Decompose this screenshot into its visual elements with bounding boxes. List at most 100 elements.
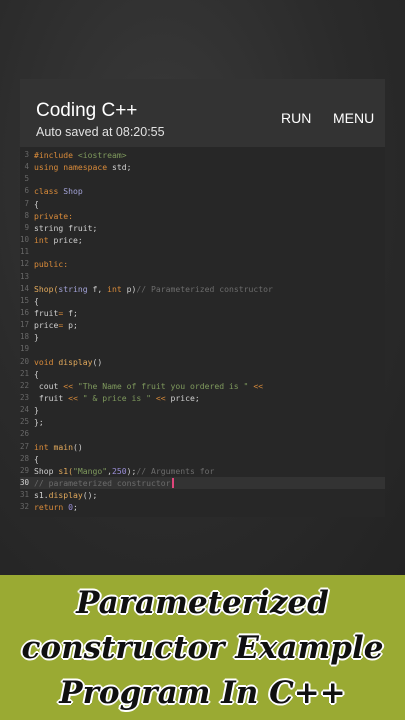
code-line[interactable]: 28 {: [20, 453, 385, 465]
code-line[interactable]: 26: [20, 428, 385, 440]
code-token: "The Name of fruit you ordered is ": [77, 380, 254, 391]
line-number: 5: [24, 174, 29, 184]
code-token: =: [58, 320, 69, 331]
code-line[interactable]: 32 return 0;: [20, 501, 385, 513]
menu-button[interactable]: MENU: [333, 110, 374, 126]
line-number: 17: [20, 320, 30, 330]
app-title: Coding C++: [36, 100, 138, 121]
banner-line-3: Program In C++: [59, 675, 346, 711]
code-token: p;: [68, 320, 78, 331]
code-line[interactable]: 3 #include <iostream>: [20, 149, 385, 161]
code-token: <<: [155, 393, 171, 403]
line-number: 30: [20, 478, 30, 488]
code-line[interactable]: 25};: [20, 416, 385, 428]
code-token: f,: [92, 283, 108, 294]
code-token: f;: [68, 307, 78, 318]
code-text: Shop s1("Mango",250);// Arguments for: [34, 465, 214, 477]
code-text: {: [34, 295, 39, 307]
code-line[interactable]: 4 using namespace std;: [20, 161, 385, 173]
line-number: 12: [20, 259, 30, 269]
banner-line-1: Parameterized: [76, 585, 329, 621]
code-text: using namespace std;: [34, 161, 131, 173]
code-token: cout: [34, 380, 64, 391]
code-line[interactable]: 6 class Shop: [20, 185, 385, 197]
app-header: Coding C++ Auto saved at 08:20:55 RUN ME…: [20, 79, 385, 147]
code-text: int main(): [34, 441, 83, 453]
code-token: display: [58, 356, 93, 367]
line-number: 21: [20, 368, 30, 378]
code-line[interactable]: 21 {: [20, 368, 385, 380]
code-token: }: [34, 405, 39, 416]
code-token: ;: [73, 502, 78, 513]
code-line[interactable]: 31 s1.display();: [20, 489, 385, 501]
code-editor[interactable]: 3 #include <iostream> 4 using namespace std…: [20, 147, 385, 517]
code-token: {: [34, 453, 39, 464]
code-token: // Parameterized constructor: [136, 283, 273, 294]
line-number: 22: [20, 380, 30, 390]
text-cursor: [172, 478, 175, 489]
title-banner: Parameterized constructor Example Progra…: [0, 575, 405, 720]
line-number: 26: [20, 429, 30, 439]
code-token: // parameterized constructor: [34, 478, 171, 489]
code-token: {: [34, 198, 39, 209]
code-token: fruit: [34, 393, 69, 403]
code-line[interactable]: 20 void display(): [20, 356, 385, 368]
code-text: void display(): [34, 356, 102, 368]
code-token: using namespace: [34, 162, 112, 173]
code-token: s1.: [34, 490, 49, 501]
code-token: display: [48, 490, 83, 501]
code-line[interactable]: 24}: [20, 404, 385, 416]
code-line[interactable]: 30 // parameterized constructor: [20, 477, 385, 490]
line-number: 24: [20, 405, 30, 415]
code-text: public:: [34, 258, 68, 270]
line-number: 7: [24, 198, 29, 208]
code-line[interactable]: 14 Shop(string f, int p)// Parameterized …: [20, 283, 385, 295]
code-line[interactable]: 13: [20, 271, 385, 283]
code-text: s1.display();: [34, 489, 97, 501]
line-number: 15: [20, 295, 30, 305]
line-number: 11: [20, 247, 30, 257]
run-button[interactable]: RUN: [281, 110, 311, 126]
code-text: }: [34, 404, 39, 416]
code-line[interactable]: 27 int main(): [20, 441, 385, 453]
code-token: price: [34, 320, 59, 331]
code-line[interactable]: 8 private:: [20, 210, 385, 222]
code-token: };: [34, 417, 44, 428]
code-text: string fruit;: [34, 222, 97, 234]
code-token: string fruit;: [34, 222, 98, 233]
code-token: <<: [68, 393, 83, 403]
code-token: s1(: [58, 465, 73, 476]
code-editor-app: Coding C++ Auto saved at 08:20:55 RUN ME…: [20, 79, 385, 517]
code-line[interactable]: 15 {: [20, 295, 385, 307]
code-line[interactable]: 23 fruit << " & price is " << price;: [20, 392, 385, 404]
code-line[interactable]: 10 int price;: [20, 234, 385, 246]
code-token: <<: [63, 380, 78, 391]
code-line[interactable]: 11: [20, 246, 385, 258]
code-line[interactable]: 29 Shop s1("Mango",250);// Arguments for: [20, 465, 385, 477]
line-number: 31: [20, 490, 30, 500]
line-number: 19: [20, 344, 30, 354]
code-line[interactable]: 7{: [20, 198, 385, 210]
code-line[interactable]: 19: [20, 343, 385, 355]
code-line[interactable]: 18}: [20, 331, 385, 343]
code-token: }: [34, 332, 39, 343]
code-line[interactable]: 12 public:: [20, 258, 385, 270]
code-line[interactable]: 17 price= p;: [20, 319, 385, 331]
code-text: #include <iostream>: [34, 149, 127, 161]
code-token: {: [34, 295, 39, 306]
code-text: // parameterized constructor: [34, 477, 175, 489]
line-number: 18: [20, 332, 30, 342]
line-number: 8: [24, 210, 29, 220]
line-number: 9: [24, 222, 29, 232]
code-line[interactable]: 9 string fruit;: [20, 222, 385, 234]
code-line[interactable]: 16 fruit= f;: [20, 307, 385, 319]
line-number: 23: [20, 393, 30, 402]
code-line[interactable]: 5: [20, 173, 385, 185]
code-line[interactable]: 22 cout << "The Name of fruit you ordere…: [20, 380, 385, 392]
code-token: int: [34, 235, 54, 246]
code-text: {: [34, 368, 39, 380]
code-text: return 0;: [34, 501, 78, 513]
code-text: int price;: [34, 234, 83, 246]
code-token: main: [53, 441, 74, 452]
code-token: void: [34, 356, 59, 367]
